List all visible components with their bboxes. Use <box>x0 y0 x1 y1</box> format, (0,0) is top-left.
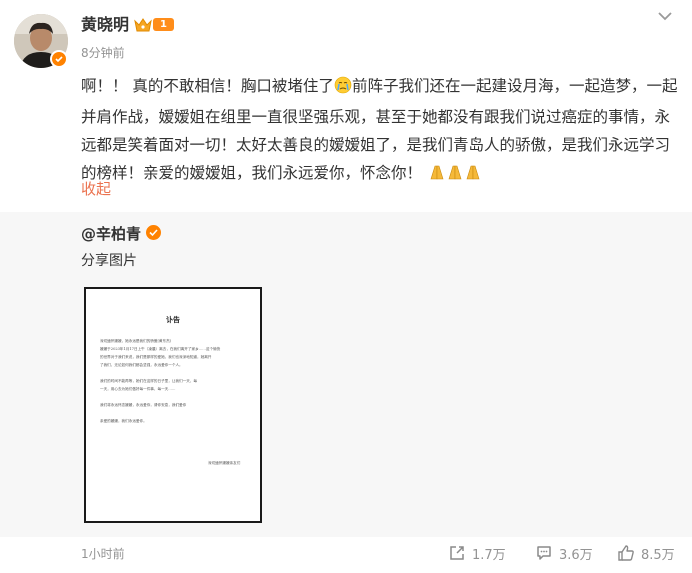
comment-button[interactable]: 3.6万 <box>535 543 593 563</box>
share-button[interactable]: 1.7万 <box>448 543 506 563</box>
doc-line: 的世界对于我们来说，我们是那样的爱她，我们也深深地知道，她离开 <box>100 355 212 359</box>
level-badge: 1 <box>153 18 174 31</box>
doc-line: 亲爱的嫒嫒，我们永远爱你。 <box>100 419 147 423</box>
crying-face-emoji <box>334 75 352 103</box>
share-count: 1.7万 <box>472 547 506 563</box>
author-name[interactable]: 黄晓明 <box>81 14 129 36</box>
thumbs-up-icon <box>618 545 634 561</box>
repost-text: 分享图片 <box>81 253 137 269</box>
crown-icon <box>133 16 153 34</box>
doc-signature: 深切缅怀嫒嫒亲友们 <box>208 461 241 465</box>
pray-emoji <box>428 162 482 190</box>
repost-author[interactable]: @辛柏青 <box>81 223 141 244</box>
weibo-post: 黄晓明 1 8分钟前 啊！！ 真的不敢相信！胸口被堵住了 前阵子我们还在一起建设月… <box>0 0 692 212</box>
post-time[interactable]: 8分钟前 <box>81 44 125 61</box>
like-button[interactable]: 8.5万 <box>617 543 675 563</box>
post-footer: 1小时前 1.7万 3.6万 8.5万 <box>0 537 692 573</box>
comment-count: 3.6万 <box>559 547 593 563</box>
doc-line: 了我们，无论如何我们都会坚强，永远爱你一个人。 <box>100 363 183 367</box>
like-count: 8.5万 <box>641 547 675 563</box>
verified-badge-icon <box>50 50 68 68</box>
repost-time[interactable]: 1小时前 <box>81 545 125 562</box>
doc-line: 嫒嫒于2023年1月17日上午（凌晨）离去，在我们离开了家乡……这个愉快 <box>100 347 221 351</box>
post-text-line1: 啊！！ 真的不敢相信！胸口被堵住了 <box>81 77 334 95</box>
doc-line: 一天，用心去为她们做好每一件事，每一天…… <box>100 387 176 391</box>
shared-image[interactable]: 讣告 深切缅怀嫒嫒，她永远是我们的骄傲(黄东杰) 嫒嫒于2023年1月17日上午… <box>84 287 262 523</box>
doc-line <box>100 369 250 377</box>
doc-line: 我们的时间不能再等，她们在这样的日子里，让我们一天，每 <box>100 379 198 383</box>
chevron-down-icon[interactable] <box>656 8 674 22</box>
doc-line <box>100 393 250 401</box>
reposted-content[interactable]: @辛柏青 分享图片 讣告 深切缅怀嫒嫒，她永远是我们的骄傲(黄东杰) 嫒嫒于20… <box>0 212 692 537</box>
doc-line <box>100 409 250 417</box>
verified-badge-icon <box>146 225 161 240</box>
doc-body: 深切缅怀嫒嫒，她永远是我们的骄傲(黄东杰) 嫒嫒于2023年1月17日上午（凌晨… <box>100 337 250 425</box>
doc-line: 深切缅怀嫒嫒，她永远是我们的骄傲(黄东杰) <box>100 339 172 343</box>
post-text: 啊！！ 真的不敢相信！胸口被堵住了 前阵子我们还在一起建设月海，一起造梦，一起并肩… <box>81 72 681 190</box>
comment-icon <box>537 546 551 560</box>
share-icon <box>450 546 464 560</box>
doc-title: 讣告 <box>166 315 180 324</box>
collapse-link[interactable]: 收起 <box>81 178 111 199</box>
doc-line: 我们将永远怀念嫒嫒，永远爱你，请你安息，我们爱你 <box>100 403 187 407</box>
